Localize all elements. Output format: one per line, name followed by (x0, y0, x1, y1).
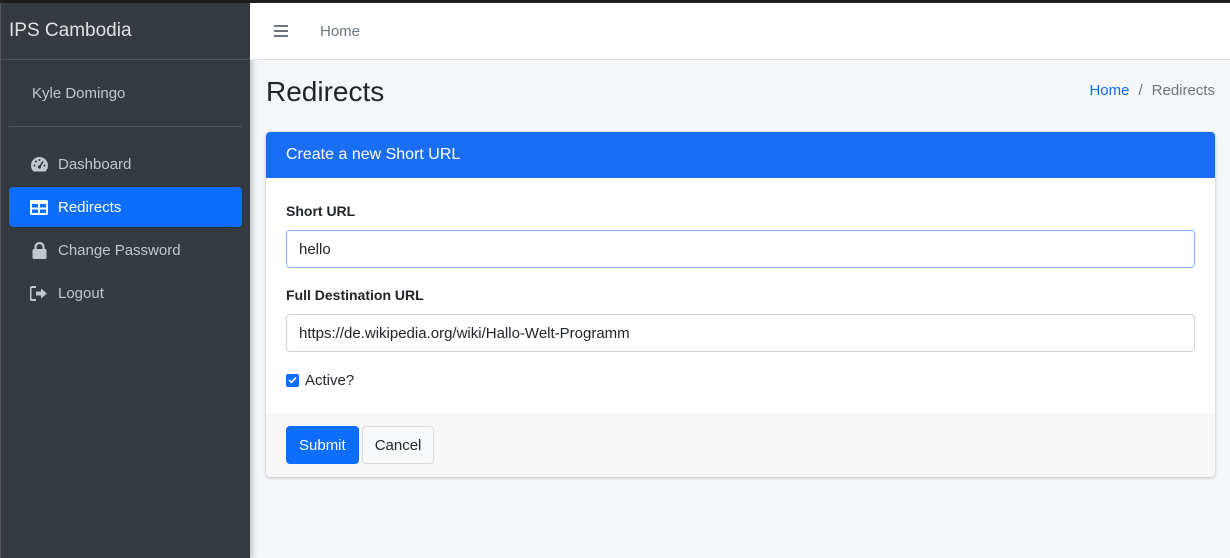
sidebar-item-change-password[interactable]: Change Password (9, 230, 242, 270)
user-panel: Kyle Domingo (9, 60, 242, 127)
sidebar-item-label: Redirects (58, 198, 122, 216)
top-home-link[interactable]: Home (320, 23, 360, 40)
tachometer-icon (29, 155, 49, 173)
cancel-button[interactable]: Cancel (361, 426, 435, 464)
brand[interactable]: IPS Cambodia (1, 3, 250, 60)
card-footer: Submit Cancel (266, 413, 1215, 477)
sidebar-item-label: Dashboard (58, 155, 132, 173)
top-navbar: Home (250, 3, 1230, 60)
active-checkbox-label[interactable]: Active? (305, 372, 354, 389)
submit-button[interactable]: Submit (286, 426, 359, 464)
hamburger-icon[interactable] (274, 22, 288, 40)
card-body: Short URL Full Destination URL Active? (266, 203, 1215, 390)
active-checkbox-row: Active? (286, 370, 1195, 390)
sign-out-icon (29, 284, 49, 302)
destination-url-label: Full Destination URL (286, 287, 424, 303)
card-title: Create a new Short URL (286, 146, 461, 163)
sidebar-item-dashboard[interactable]: Dashboard (9, 144, 242, 184)
brand-name[interactable]: IPS Cambodia (9, 20, 132, 42)
sidebar-item-label: Change Password (58, 241, 181, 259)
user-name[interactable]: Kyle Domingo (32, 85, 125, 102)
create-short-url-card: Create a new Short URL Short URL Full De… (266, 132, 1215, 477)
destination-url-input[interactable] (286, 314, 1195, 352)
sidebar-item-label: Logout (58, 284, 104, 302)
breadcrumb: Home / Redirects (1089, 82, 1215, 99)
active-checkbox[interactable] (286, 373, 299, 387)
short-url-label: Short URL (286, 203, 356, 219)
sidebar: IPS Cambodia Kyle Domingo Dashboard Redi… (0, 3, 250, 558)
short-url-input[interactable] (286, 230, 1195, 268)
breadcrumb-current: Redirects (1151, 82, 1215, 99)
table-icon (29, 198, 49, 216)
page-title: Redirects (266, 76, 385, 107)
breadcrumb-separator: / (1138, 82, 1143, 99)
card-header: Create a new Short URL (266, 132, 1215, 178)
sidebar-item-logout[interactable]: Logout (9, 273, 242, 313)
lock-icon (29, 241, 49, 259)
sidebar-nav: Dashboard Redirects Change Password Logo… (9, 144, 242, 313)
check-icon (288, 376, 297, 384)
sidebar-item-redirects[interactable]: Redirects (9, 187, 242, 227)
breadcrumb-home-link[interactable]: Home (1089, 82, 1129, 99)
